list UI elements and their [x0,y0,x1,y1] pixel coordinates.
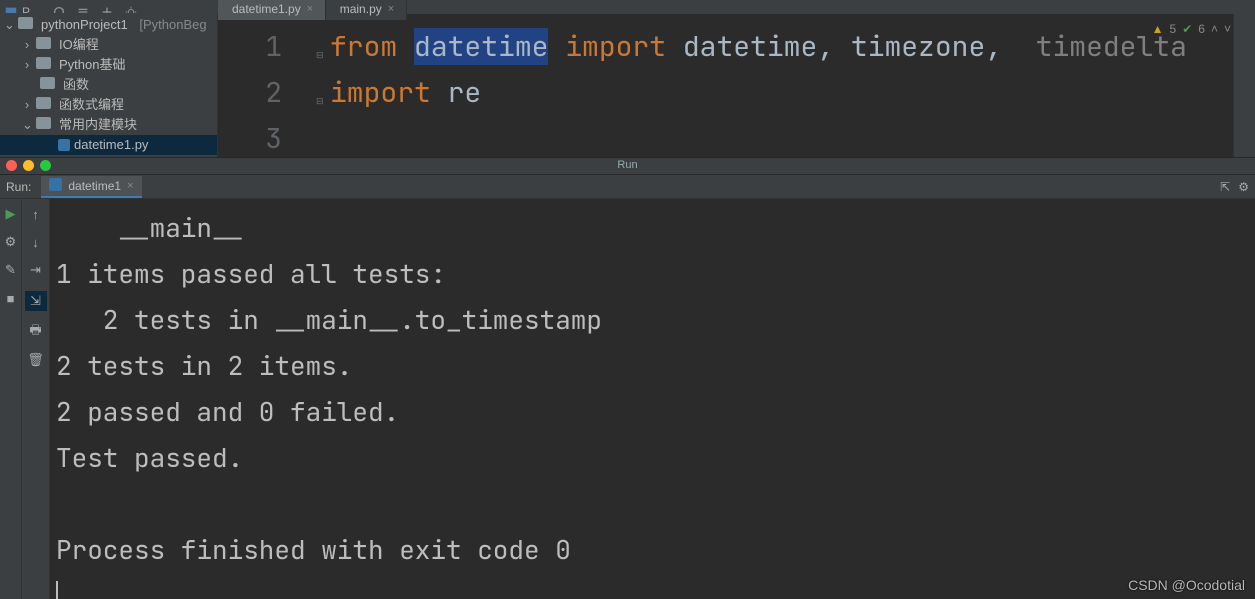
project-tree[interactable]: ⌄ pythonProject1 [PythonBeg ›IO编程 ›Pytho… [0,13,217,155]
pin-icon[interactable]: ■ [4,291,18,305]
chevron-down-icon[interactable]: ⌄ [4,15,14,35]
gear-icon[interactable]: ⚙ [1238,180,1249,194]
chevron-right-icon[interactable]: › [22,35,32,55]
inspection-widget[interactable]: ▲ 5 ✔ 6 ˄ ˅ [1152,22,1231,36]
run-toolwindow-header: Run: datetime1 × ⇱ ⚙ [0,175,1255,199]
up-icon[interactable]: ↑ [29,207,43,221]
run-toolwindow-body: ▶ ⚙ ✎ ■ ↑ ↓ ⇥ ⇲ 🖶 🗑 __main__ 1 items pas… [0,199,1255,599]
down-icon[interactable]: ↓ [29,235,43,249]
edit-icon[interactable]: ✎ [4,263,18,277]
fold-marker-icon[interactable]: ⊟ [316,78,330,124]
run-label: Run: [6,180,31,194]
line-number-gutter: 1 2 3 [218,14,316,156]
tab-datetime1[interactable]: datetime1.py × [218,0,326,20]
chevron-down-icon[interactable]: ⌄ [22,115,32,135]
editor[interactable]: 1 2 3 ⊟ ⊟ from datetime import datetime,… [218,14,1233,156]
run-icon[interactable]: ▶ [4,207,18,221]
fold-gutter: ⊟ ⊟ [316,14,330,156]
python-file-icon [58,139,70,151]
softwrap-icon[interactable]: ⇥ [29,263,43,277]
folder-icon [36,55,55,75]
run-tab-datetime1[interactable]: datetime1 × [41,176,141,198]
chevron-up-icon[interactable]: ˄ [1211,22,1218,36]
tree-folder[interactable]: ›IO编程 [0,35,217,55]
tree-file-selected[interactable]: datetime1.py [0,135,217,155]
wrench-icon[interactable]: ⚙ [4,235,18,249]
console-output[interactable]: __main__ 1 items passed all tests: 2 tes… [50,199,1255,599]
run-side-toolbar-2: ↑ ↓ ⇥ ⇲ 🖶 🗑 [22,199,50,599]
python-config-icon [49,178,62,194]
cursor [56,581,58,599]
folder-icon [18,15,37,35]
tab-main[interactable]: main.py × [326,0,407,20]
chevron-down-icon[interactable]: ˅ [1224,22,1231,36]
tree-folder[interactable]: ›函数式编程 [0,95,217,115]
folder-icon [40,75,59,95]
close-icon[interactable]: × [388,3,398,15]
scroll-end-icon[interactable]: ⇲ [25,291,47,311]
editor-tabs: datetime1.py × main.py × [218,0,407,20]
layout-icon[interactable]: ⇱ [1220,180,1230,194]
close-icon[interactable]: × [127,180,133,192]
check-icon: ✔ [1182,22,1192,36]
tree-folder[interactable]: 函数 [0,75,217,95]
trash-icon[interactable]: 🗑 [29,353,43,367]
run-window-title: Run [0,156,1255,174]
code-body[interactable]: from datetime import datetime, timezone,… [330,14,1233,156]
chevron-right-icon[interactable]: › [22,95,32,115]
close-icon[interactable]: × [307,3,317,15]
tree-folder[interactable]: ⌄常用内建模块 [0,115,217,135]
folder-icon [36,115,55,135]
print-icon[interactable]: 🖶 [29,325,43,339]
tree-folder[interactable]: ›Python基础 [0,55,217,75]
fold-marker-icon[interactable]: ⊟ [316,32,330,78]
chevron-right-icon[interactable]: › [22,55,32,75]
tree-root[interactable]: ⌄ pythonProject1 [PythonBeg [0,15,217,35]
run-side-toolbar-1: ▶ ⚙ ✎ ■ [0,199,22,599]
warning-icon: ▲ [1152,22,1164,36]
folder-icon [36,35,55,55]
watermark: CSDN @Ocodotial [1128,577,1245,593]
folder-icon [36,95,55,115]
